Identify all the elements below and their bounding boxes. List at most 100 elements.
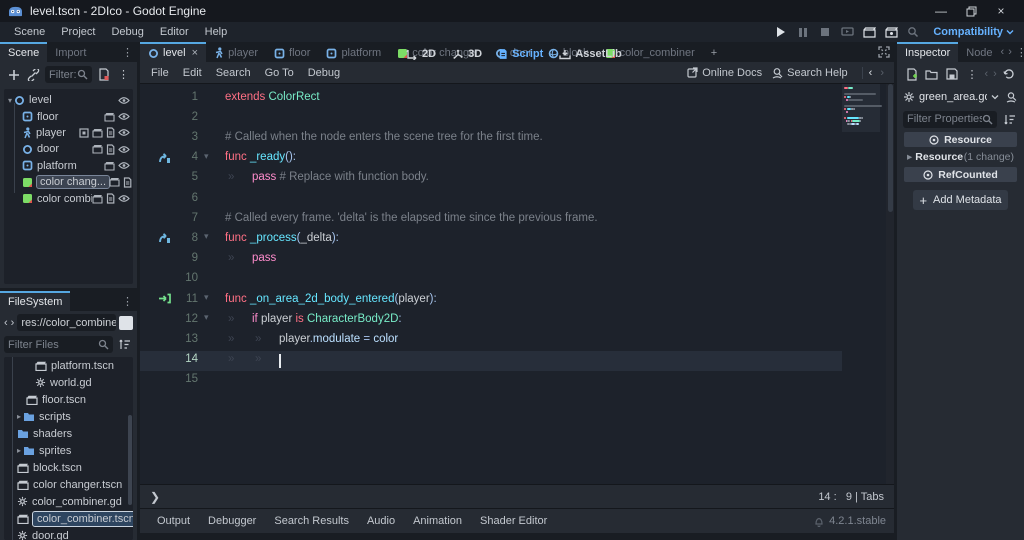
close-button[interactable]: × xyxy=(986,1,1016,21)
menu-scene[interactable]: Scene xyxy=(6,26,53,38)
workspace-script[interactable]: Script xyxy=(492,48,549,60)
eye-icon[interactable] xyxy=(118,96,130,105)
code-line-4[interactable]: 4 ▾ func _ready(): xyxy=(140,149,842,169)
code-line-15[interactable]: 15 xyxy=(140,371,842,391)
fs-sort-button[interactable] xyxy=(116,336,133,353)
save-resource-button[interactable] xyxy=(944,66,959,83)
file-floor-tscn[interactable]: floor.tscn xyxy=(4,391,133,408)
scene-filter-input[interactable]: Filter: na xyxy=(45,66,92,83)
code-line-11[interactable]: 11 ▾ func _on_area_2d_body_entered(player)… xyxy=(140,290,842,310)
workspace-2d[interactable]: 2D xyxy=(400,48,442,60)
play-custom-scene-button[interactable] xyxy=(881,24,901,40)
menu-project[interactable]: Project xyxy=(53,26,103,38)
movie-icon[interactable] xyxy=(109,177,120,187)
code-minimap[interactable] xyxy=(842,84,886,484)
movie-icon[interactable] xyxy=(92,194,103,204)
file-scripts[interactable]: ▸ scripts xyxy=(4,408,133,425)
online-docs-button[interactable]: Online Docs xyxy=(687,67,762,79)
code-line-7[interactable]: 7 # Called every frame. 'delta' is the el… xyxy=(140,209,842,229)
code-line-14[interactable]: 14 » » xyxy=(140,350,842,371)
tab-node[interactable]: Node xyxy=(958,42,1000,62)
tab-filesystem[interactable]: FileSystem xyxy=(0,291,71,311)
file-shaders[interactable]: shaders xyxy=(4,425,133,442)
property-sort-button[interactable] xyxy=(1001,111,1018,128)
bottom-tab-debugger[interactable]: Debugger xyxy=(199,515,265,527)
scene-dock-tab-menu[interactable]: ⋮ xyxy=(122,42,137,62)
add-node-button[interactable] xyxy=(5,66,22,83)
fold-arrow-icon[interactable]: ▾ xyxy=(204,231,209,242)
movie-maker-button[interactable] xyxy=(903,24,923,40)
scene-node-door[interactable]: door xyxy=(4,141,133,157)
insp-tab-back-button[interactable]: ‹ xyxy=(1001,46,1005,58)
scene-node-color-chang-[interactable]: color chang... xyxy=(4,174,133,190)
file-sprites[interactable]: ▸ sprites xyxy=(4,442,133,459)
fold-arrow-icon[interactable]: ▾ xyxy=(204,292,209,303)
code-line-8[interactable]: 8 ▾ func _process(_delta): xyxy=(140,229,842,249)
code-line-6[interactable]: 6 xyxy=(140,189,842,209)
scene-tab-level[interactable]: level × xyxy=(140,42,207,62)
eye-icon[interactable] xyxy=(118,161,130,170)
fs-split-mode-button[interactable] xyxy=(119,315,133,330)
inspected-file-name[interactable]: green_area.gd xyxy=(919,91,987,103)
code-line-10[interactable]: 10 xyxy=(140,270,842,290)
fs-filter-input[interactable]: Filter Files xyxy=(4,336,113,353)
filter-properties-input[interactable]: Filter Properties xyxy=(903,110,997,128)
frame-icon[interactable] xyxy=(79,128,89,138)
chevron-down-icon[interactable] xyxy=(991,94,999,100)
stop-button[interactable] xyxy=(815,24,835,40)
file-color-combiner-tscn[interactable]: color_combiner.tscn xyxy=(4,510,133,527)
code-line-12[interactable]: 12 ▾ » if player is CharacterBody2D: xyxy=(140,310,842,330)
bottom-tab-output[interactable]: Output xyxy=(148,515,199,527)
script-icon[interactable] xyxy=(106,127,115,139)
file-platform-tscn[interactable]: platform.tscn xyxy=(4,357,133,374)
script-menu-file[interactable]: File xyxy=(144,67,176,79)
tab-inspector[interactable]: Inspector xyxy=(897,42,959,62)
file-door-gd[interactable]: door.gd xyxy=(4,527,133,540)
movie-icon[interactable] xyxy=(104,112,115,122)
file-color-changer-tscn[interactable]: color changer.tscn xyxy=(4,476,133,493)
file-world-gd[interactable]: world.gd xyxy=(4,374,133,391)
script-menu-go-to[interactable]: Go To xyxy=(258,67,301,79)
menu-help[interactable]: Help xyxy=(197,26,236,38)
collapse-arrow-icon[interactable]: ▾ xyxy=(8,96,12,105)
bottom-tab-animation[interactable]: Animation xyxy=(404,515,471,527)
eye-icon[interactable] xyxy=(118,145,130,154)
script-icon[interactable] xyxy=(123,177,132,188)
close-tab-icon[interactable]: × xyxy=(192,47,198,59)
filesystem-menu-button[interactable]: ⋮ xyxy=(122,291,137,311)
minimize-button[interactable]: — xyxy=(926,1,956,21)
script-menu-debug[interactable]: Debug xyxy=(301,67,347,79)
workspace-3d[interactable]: 3D xyxy=(446,48,488,60)
movie-icon[interactable] xyxy=(92,128,103,138)
code-line-5[interactable]: 5 » pass # Replace with function body. xyxy=(140,169,842,189)
resource-menu-button[interactable]: ⋮ xyxy=(964,66,979,83)
file-color-combiner-gd[interactable]: color_combiner.gd xyxy=(4,493,133,510)
pause-button[interactable] xyxy=(793,24,813,40)
scene-node-level[interactable]: ▾ level xyxy=(4,92,133,108)
movie-icon[interactable] xyxy=(104,161,115,171)
restore-button[interactable] xyxy=(956,1,986,21)
code-scrollbar[interactable] xyxy=(886,84,894,484)
open-docs-icon[interactable] xyxy=(1006,91,1018,103)
new-resource-button[interactable] xyxy=(904,66,919,83)
refcounted-section-header[interactable]: RefCounted xyxy=(904,167,1017,182)
code-line-1[interactable]: 1 extends ColorRect xyxy=(140,88,842,108)
scene-node-player[interactable]: player xyxy=(4,125,133,141)
file-block-tscn[interactable]: block.tscn xyxy=(4,459,133,476)
history-back-button[interactable]: ‹ xyxy=(869,67,873,79)
scene-dock-menu-button[interactable]: ⋮ xyxy=(115,66,132,83)
instance-scene-button[interactable] xyxy=(25,66,42,83)
resource-group-row[interactable]: ▸ Resource (1 change) xyxy=(897,149,1024,165)
bottom-tab-audio[interactable]: Audio xyxy=(358,515,404,527)
renderer-dropdown[interactable]: Compatibility xyxy=(933,26,1014,38)
scene-node-platform[interactable]: platform xyxy=(4,158,133,174)
code-text-area[interactable]: 1 extends ColorRect 2 3 # Called when the no… xyxy=(140,84,842,484)
expand-script-panel-button[interactable]: ❯ xyxy=(150,490,160,504)
script-menu-edit[interactable]: Edit xyxy=(176,67,209,79)
scene-node-floor[interactable]: floor xyxy=(4,108,133,124)
fold-arrow-icon[interactable]: ▾ xyxy=(204,151,209,162)
tab-import[interactable]: Import xyxy=(47,42,94,62)
menu-debug[interactable]: Debug xyxy=(103,26,151,38)
eye-icon[interactable] xyxy=(118,112,130,121)
scene-node-color-combi-[interactable]: color combi... xyxy=(4,190,133,206)
